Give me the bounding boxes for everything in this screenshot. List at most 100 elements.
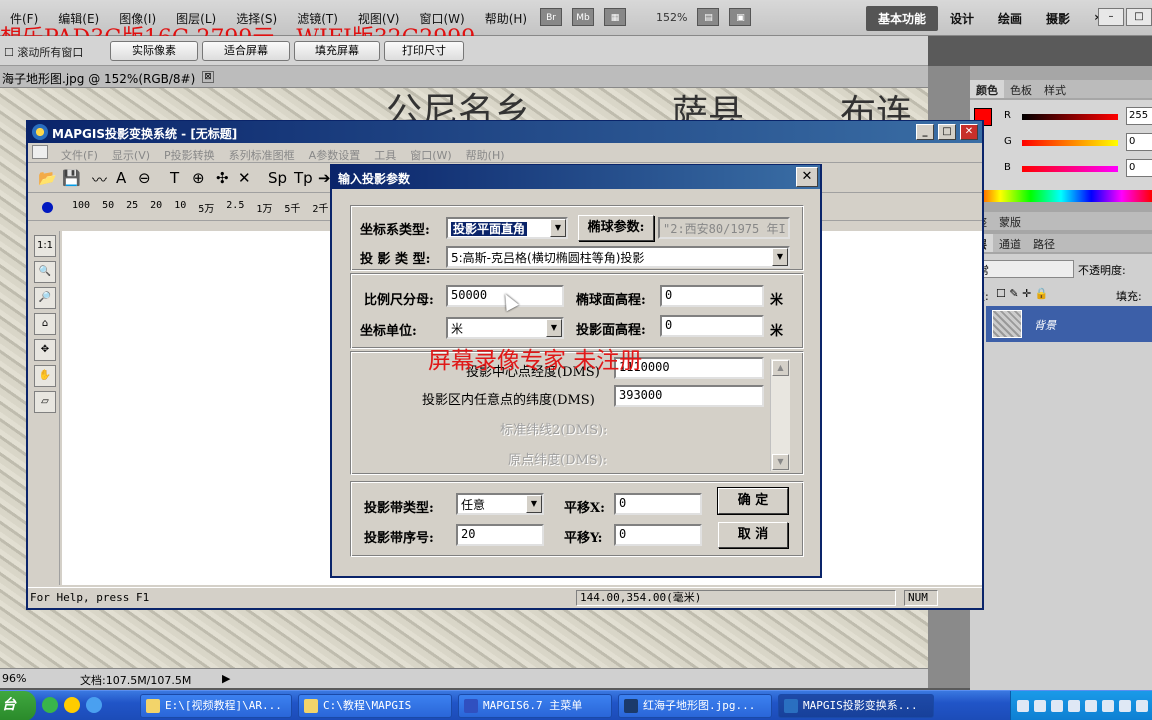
zone-no-input[interactable]: 20 [456,524,544,546]
scale-20[interactable]: 20 [144,200,168,215]
arrow-right-icon[interactable]: ➔ [318,169,331,187]
qq-icon[interactable] [64,697,80,713]
slider-b-bar[interactable] [1022,166,1118,172]
open-folder-icon[interactable]: 📂 [38,169,57,187]
tray-icon-4[interactable] [1068,700,1080,712]
tool-tp[interactable]: Tp [294,169,313,187]
mg-menu-projection[interactable]: P投影转换 [157,147,222,163]
slider-g-bar[interactable] [1022,140,1118,146]
browser-icon[interactable] [42,697,58,713]
ellipsoid-field[interactable]: "2:西安80/1975 年I [658,217,790,239]
task-mapgis-projection[interactable]: MAPGIS投影变换系... [778,694,934,718]
zoom-out-icon[interactable]: 🔎 [34,287,56,309]
slider-g[interactable]: G 0 [1004,133,1152,151]
task-explorer-video[interactable]: E:\[视频教程]\AR... [140,694,292,718]
tab-masks[interactable]: 蒙版 [993,212,1027,230]
mg-menu-window[interactable]: 窗口(W) [403,147,458,163]
status-zoom[interactable]: 96% [2,672,26,685]
slider-r-value[interactable]: 255 [1126,107,1152,125]
scale-100[interactable]: 100 [66,200,96,215]
slider-b-value[interactable]: 0 [1126,159,1152,177]
tab-color[interactable]: 颜色 [970,80,1004,98]
scale-25[interactable]: 25 [120,200,144,215]
coord-type-select[interactable]: 投影平面直角 ▼ [446,217,568,239]
mapgis-maximize-icon[interactable]: □ [938,124,956,140]
start-button[interactable]: 台 [0,691,36,720]
minibridge-button[interactable]: Mb [572,8,594,26]
mapgis-minimize-icon[interactable]: _ [916,124,934,140]
chevron-down-icon[interactable]: ▼ [772,248,788,266]
proj-height-input[interactable]: 0 [660,315,764,337]
proj-type-select[interactable]: 5:高斯-克吕格(横切椭圆柱等角)投影 ▼ [446,246,790,268]
slider-r[interactable]: R 255 [1004,107,1152,125]
scroll-down-icon[interactable]: ▼ [772,454,789,470]
pan-hand-icon[interactable]: ✋ [34,365,56,387]
dialog-close-icon[interactable]: ✕ [796,167,818,187]
lat-input[interactable]: 393000 [614,385,764,407]
mg-menu-file[interactable]: 文件(F) [54,147,105,163]
mapgis-titlebar[interactable]: MAPGIS投影变换系统 - [无标题] _ □ ✕ [28,121,982,143]
polyline-icon[interactable]: 〰 [92,169,107,190]
minimize-icon[interactable]: – [1098,8,1124,26]
tray-icon-8[interactable] [1136,700,1148,712]
close-tab-icon[interactable]: ⊠ [202,71,214,83]
ellip-height-input[interactable]: 0 [660,285,764,307]
scale-2-5[interactable]: 2.5 [220,200,250,215]
tab-channels[interactable]: 通道 [993,234,1027,252]
chevron-down-icon[interactable]: ▼ [546,319,562,337]
home-icon[interactable]: ⌂ [34,313,56,335]
mapgis-close-icon[interactable]: ✕ [960,124,978,140]
text-a-icon[interactable]: A [116,169,126,187]
eraser-icon[interactable]: ▱ [34,391,56,413]
tray-icon-6[interactable] [1102,700,1114,712]
chevron-down-icon[interactable]: ▼ [526,495,542,513]
task-mapgis-main[interactable]: MAPGIS6.7 主菜单 [458,694,612,718]
ok-button[interactable]: 确 定 [717,487,789,515]
scroll-up-icon[interactable]: ▲ [772,360,789,376]
tool-sp[interactable]: Sp [268,169,287,187]
workspace-painting[interactable]: 绘画 [986,6,1034,31]
tab-paths[interactable]: 路径 [1027,234,1061,252]
scale-5w[interactable]: 5万 [192,200,220,215]
workspace-design[interactable]: 设计 [938,6,986,31]
color-spectrum[interactable] [970,190,1152,202]
fit-screen-button[interactable]: 适合屏幕 [202,41,290,61]
view-extras-icon[interactable]: ▦ [604,8,626,26]
bridge-button[interactable]: Br [540,8,562,26]
zoom-1-1-button[interactable]: 1:1 [34,235,56,257]
zoom-level[interactable]: 152% [656,11,687,24]
ps-menu-help[interactable]: 帮助(H) [475,10,537,27]
mg-menu-help[interactable]: 帮助(H) [459,147,512,163]
tray-icon-3[interactable] [1051,700,1063,712]
shift-y-input[interactable]: 0 [614,524,702,546]
params-scrollbar[interactable]: ▲ ▼ [770,359,790,471]
print-size-button[interactable]: 打印尺寸 [384,41,464,61]
crosshair-icon[interactable]: ⊕ [192,169,205,187]
zone-type-select[interactable]: 任意 ▼ [456,493,544,515]
status-arrow-icon[interactable]: ▶ [222,672,230,685]
mg-menu-tools[interactable]: 工具 [367,147,403,163]
slider-b[interactable]: B 0 [1004,159,1152,177]
dialog-titlebar[interactable]: 输入投影参数 ✕ [332,165,820,189]
scale-10[interactable]: 10 [168,200,192,215]
move-icon[interactable]: ✥ [34,339,56,361]
scale-50[interactable]: 50 [96,200,120,215]
zoom-in-icon[interactable]: 🔍 [34,261,56,283]
tray-icon-7[interactable] [1119,700,1131,712]
ie-icon[interactable] [86,697,102,713]
task-explorer-mapgis[interactable]: C:\教程\MAPGIS [298,694,452,718]
tray-icon-2[interactable] [1034,700,1046,712]
ellipsoid-params-button[interactable]: 椭球参数: [578,215,654,241]
grid-points-icon[interactable]: ✣ [216,169,229,187]
tray-icon-1[interactable] [1017,700,1029,712]
unit-select[interactable]: 米 ▼ [446,317,564,339]
maximize-icon[interactable]: □ [1126,8,1152,26]
mdi-doc-icon[interactable] [32,145,48,159]
mg-menu-frames[interactable]: 系列标准图框 [222,147,302,163]
tab-styles[interactable]: 样式 [1038,80,1072,98]
slider-g-value[interactable]: 0 [1126,133,1152,151]
tab-swatches[interactable]: 色板 [1004,80,1038,98]
workspace-essentials[interactable]: 基本功能 [866,6,939,31]
save-icon[interactable]: 💾 [62,169,81,187]
shift-x-input[interactable]: 0 [614,493,702,515]
